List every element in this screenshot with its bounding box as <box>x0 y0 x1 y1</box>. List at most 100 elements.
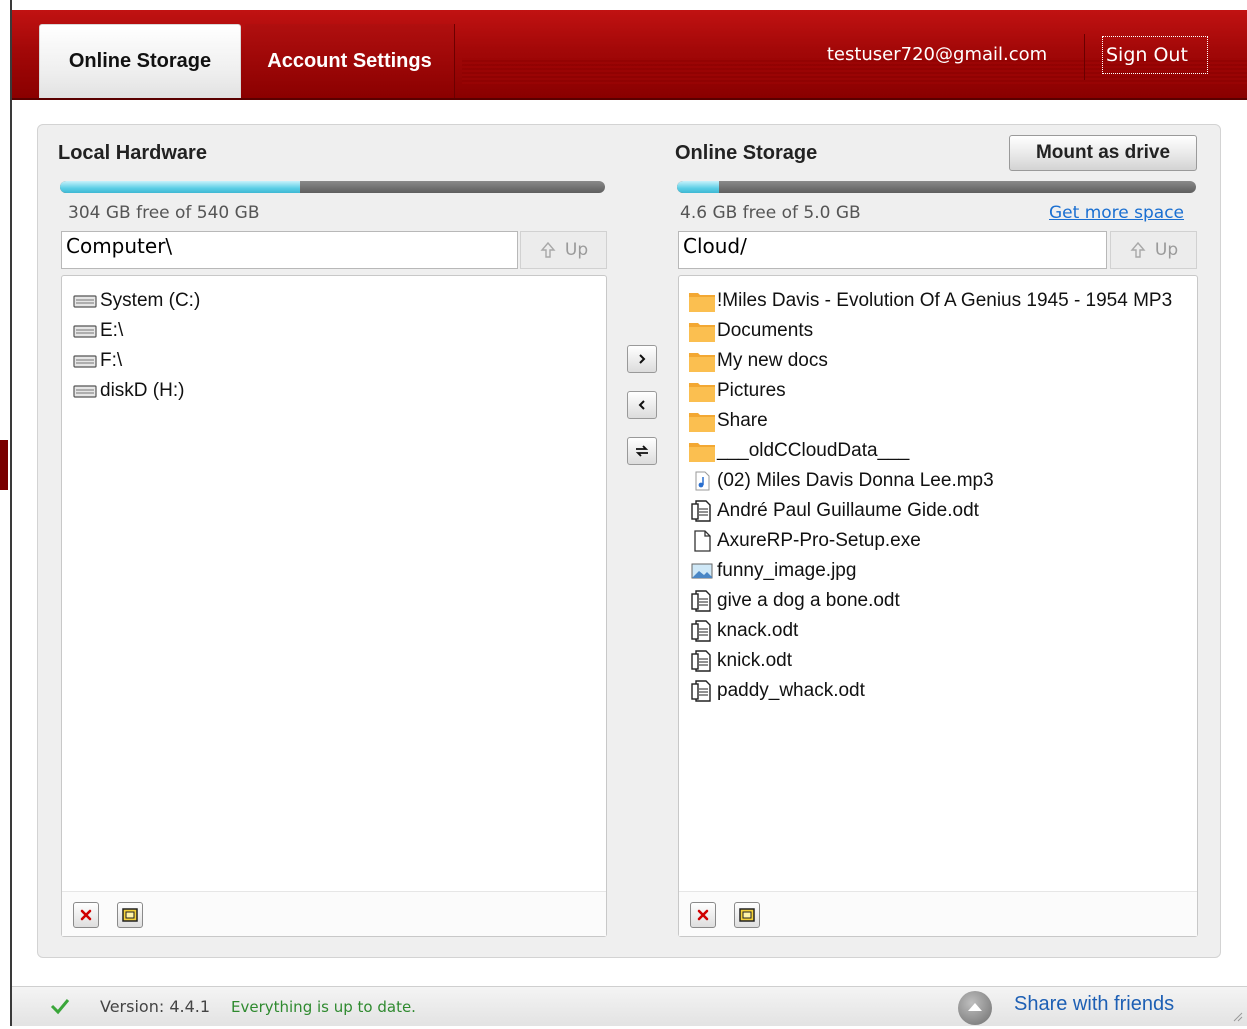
document-file-icon <box>687 619 717 643</box>
online-list-item[interactable]: Pictures <box>687 377 786 405</box>
online-item-label: André Paul Guillaume Gide.odt <box>717 500 979 521</box>
folder-icon <box>687 439 717 463</box>
online-list-item[interactable]: paddy_whack.odt <box>687 677 865 705</box>
online-item-label: ___oldCCloudData___ <box>717 440 910 461</box>
online-list-item[interactable]: My new docs <box>687 347 828 375</box>
folder-icon <box>687 319 717 343</box>
blank-file-icon <box>687 529 717 553</box>
audio-file-icon <box>687 469 717 493</box>
drive-icon <box>70 379 100 403</box>
local-item-label: System (C:) <box>100 290 201 311</box>
online-list-item[interactable]: AxureRP-Pro-Setup.exe <box>687 527 921 555</box>
tab-account-settings[interactable]: Account Settings <box>245 24 455 98</box>
local-item-label: diskD (H:) <box>100 380 185 401</box>
local-free-space: 304 GB free of 540 GB <box>68 203 260 223</box>
online-list-item[interactable]: funny_image.jpg <box>687 557 856 585</box>
folder-icon <box>687 289 717 313</box>
storage-panel: Local Hardware 304 GB free of 540 GB Com… <box>37 124 1221 958</box>
online-delete-button[interactable] <box>690 902 716 928</box>
online-list-item[interactable]: knick.odt <box>687 647 792 675</box>
get-more-space-link[interactable]: Get more space <box>1049 203 1184 223</box>
online-item-label: Share <box>717 410 768 431</box>
online-list-item[interactable]: !Miles Davis - Evolution Of A Genius 194… <box>687 287 1172 315</box>
up-arrow-icon <box>1130 241 1146 258</box>
online-list-item[interactable]: knack.odt <box>687 617 798 645</box>
online-list-item[interactable]: give a dog a bone.odt <box>687 587 900 615</box>
local-path-input[interactable]: Computer\ <box>61 231 518 269</box>
online-new-folder-button[interactable] <box>734 902 760 928</box>
local-file-list[interactable]: System (C:) E:\ F:\ diskD (H:) <box>61 275 607 937</box>
local-new-folder-button[interactable] <box>117 902 143 928</box>
image-file-icon <box>687 559 717 583</box>
local-up-label: Up <box>564 240 589 260</box>
local-item-label: F:\ <box>100 350 123 371</box>
copy-to-online-button[interactable] <box>627 345 657 373</box>
resize-grip-icon[interactable] <box>1231 1010 1243 1022</box>
new-folder-icon <box>122 908 138 922</box>
chevron-left-icon <box>638 400 645 410</box>
local-pane-title: Local Hardware <box>58 142 207 164</box>
online-item-label: AxureRP-Pro-Setup.exe <box>717 530 921 551</box>
drive-icon <box>70 319 100 343</box>
document-file-icon <box>687 679 717 703</box>
online-list-item[interactable]: Share <box>687 407 768 435</box>
online-item-label: paddy_whack.odt <box>717 680 865 701</box>
online-item-label: knack.odt <box>717 620 799 641</box>
online-list-item[interactable]: (02) Miles Davis Donna Lee.mp3 <box>687 467 994 495</box>
online-list-item[interactable]: André Paul Guillaume Gide.odt <box>687 497 979 525</box>
online-item-label: !Miles Davis - Evolution Of A Genius 194… <box>717 290 1173 311</box>
online-list-item[interactable]: ___oldCCloudData___ <box>687 437 909 465</box>
version-text: Version: 4.4.1 <box>100 997 211 1016</box>
document-file-icon <box>687 589 717 613</box>
local-list-item[interactable]: E:\ <box>70 317 123 345</box>
folder-icon <box>687 409 717 433</box>
header-bar: Online Storage Account Settings testuser… <box>12 10 1247 100</box>
online-item-label: funny_image.jpg <box>717 560 857 581</box>
online-item-label: Pictures <box>717 380 786 401</box>
checkmark-icon <box>50 999 70 1015</box>
window-edge <box>0 0 10 1026</box>
user-email: testuser720@gmail.com <box>826 44 1048 65</box>
sign-out-button[interactable]: Sign Out <box>1102 36 1208 74</box>
online-up-button[interactable]: Up <box>1110 231 1197 269</box>
local-up-button[interactable]: Up <box>520 231 607 269</box>
sync-icon <box>635 445 649 457</box>
document-file-icon <box>687 499 717 523</box>
header-divider <box>1084 34 1085 80</box>
local-list-item[interactable]: diskD (H:) <box>70 377 184 405</box>
local-list-footer <box>62 891 606 936</box>
online-pane-title: Online Storage <box>675 142 818 164</box>
drive-icon <box>70 349 100 373</box>
online-usage-bar <box>677 181 1196 193</box>
tab-online-storage[interactable]: Online Storage <box>39 24 241 98</box>
online-item-label: My new docs <box>717 350 828 371</box>
share-icon[interactable] <box>958 991 992 1025</box>
folder-icon <box>687 379 717 403</box>
document-file-icon <box>687 649 717 673</box>
online-free-space: 4.6 GB free of 5.0 GB <box>680 203 861 223</box>
online-up-label: Up <box>1154 240 1179 260</box>
copy-to-local-button[interactable] <box>627 391 657 419</box>
status-bar: Version: 4.4.1 Everything is up to date.… <box>12 986 1247 1026</box>
mount-as-drive-button[interactable]: Mount as drive <box>1009 135 1197 171</box>
local-list-item[interactable]: System (C:) <box>70 287 200 315</box>
online-item-label: Documents <box>717 320 814 341</box>
up-arrow-icon <box>540 241 556 258</box>
online-file-list[interactable]: !Miles Davis - Evolution Of A Genius 194… <box>678 275 1198 937</box>
update-status: Everything is up to date. <box>231 998 416 1016</box>
online-path-input[interactable]: Cloud/ <box>678 231 1107 269</box>
online-item-label: (02) Miles Davis Donna Lee.mp3 <box>717 470 994 491</box>
share-with-friends-link[interactable]: Share with friends <box>1014 993 1174 1016</box>
new-folder-icon <box>739 908 755 922</box>
local-list-item[interactable]: F:\ <box>70 347 122 375</box>
drive-icon <box>70 289 100 313</box>
delete-icon <box>80 909 92 921</box>
sync-button[interactable] <box>627 437 657 465</box>
folder-icon <box>687 349 717 373</box>
online-list-footer <box>679 891 1197 936</box>
online-item-label: knick.odt <box>717 650 792 671</box>
local-usage-bar <box>60 181 605 193</box>
online-list-item[interactable]: Documents <box>687 317 813 345</box>
local-delete-button[interactable] <box>73 902 99 928</box>
local-item-label: E:\ <box>100 320 124 341</box>
